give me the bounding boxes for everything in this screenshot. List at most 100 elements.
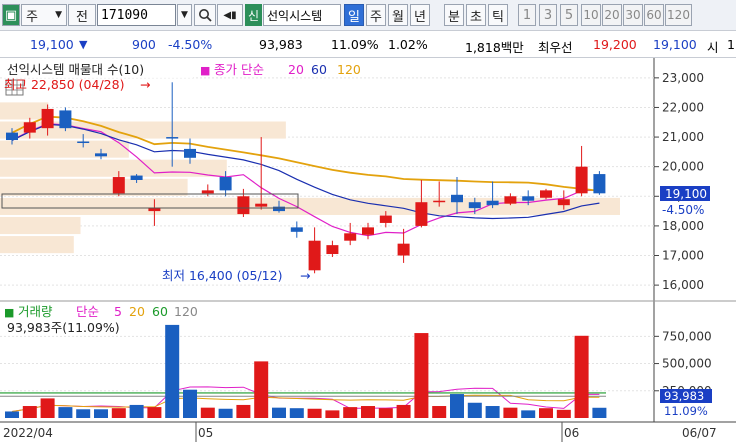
stock-name[interactable]: 선익시스템: [263, 4, 341, 26]
prev-button[interactable]: 전: [68, 4, 96, 26]
candle-body: [308, 240, 321, 271]
volume-bar: [432, 406, 447, 418]
volume-bar: [325, 410, 340, 418]
quote-turnover: 11.09%: [331, 37, 379, 52]
volume-bar: [343, 407, 358, 418]
volume-bar: [183, 389, 197, 418]
chart-area[interactable]: 23,00022,00021,00020,00019,00018,00017,0…: [0, 58, 736, 442]
volume-bar: [521, 410, 536, 418]
volume-bar: [40, 398, 55, 418]
speaker-icon[interactable]: ◀▮: [217, 4, 243, 26]
price-tick-label: 18,000: [662, 219, 704, 233]
price-tick-label: 17,000: [662, 249, 704, 263]
best-label: 최우선: [538, 40, 573, 55]
tab-period-week[interactable]: 주: [366, 4, 386, 26]
volume-bar: [218, 408, 233, 418]
tab-period-minute[interactable]: 분: [444, 4, 464, 26]
tab-period-month[interactable]: 월: [388, 4, 408, 26]
interval-3[interactable]: 3: [539, 4, 557, 26]
volume-bar: [147, 407, 162, 418]
quote-ratio: 1.02%: [388, 37, 428, 52]
volume-bar: [94, 409, 108, 418]
tab-period-tick[interactable]: 틱: [488, 4, 508, 26]
candle-body: [166, 137, 179, 139]
toolbar: ▣ 주 ▼ 전 171090 ▼ ◀▮ 신 선익시스템 일 주 월 년 분 초 틱…: [0, 0, 736, 31]
candle-body: [290, 227, 303, 232]
tab-period-year[interactable]: 년: [410, 4, 430, 26]
volume-profile-bar: [0, 140, 129, 158]
interval-120[interactable]: 120: [665, 4, 692, 26]
candle-body: [557, 199, 570, 206]
current-price-box: 19,100: [665, 187, 707, 201]
interval-60[interactable]: 60: [644, 4, 664, 26]
volume-bar: [22, 406, 37, 418]
interval-1[interactable]: 1: [518, 4, 536, 26]
x-label-may: 05: [198, 426, 213, 440]
trailing-value: 1: [727, 37, 735, 52]
interval-10[interactable]: 10: [581, 4, 601, 26]
volume-bar: [289, 408, 304, 418]
legend-ma60: 60: [311, 62, 327, 77]
interval-30[interactable]: 30: [623, 4, 643, 26]
candle-body: [326, 245, 339, 255]
quote-change: 900: [132, 37, 156, 52]
candle-body: [219, 177, 232, 191]
candle-body: [397, 243, 410, 256]
volume-legend-ma5: 5: [114, 304, 122, 319]
volume-bar: [307, 408, 322, 418]
market-type-select[interactable]: 주 ▼: [21, 4, 67, 26]
volume-bar: [414, 333, 429, 418]
candle-body: [201, 190, 214, 194]
candle-body: [575, 166, 588, 194]
candle-body: [415, 202, 428, 226]
candle-body: [504, 196, 517, 204]
interval-5[interactable]: 5: [560, 4, 578, 26]
search-icon[interactable]: [194, 4, 216, 26]
candle-body: [59, 110, 72, 129]
volume-legend-ma60: 60: [152, 304, 168, 319]
quote-price: 19,100: [30, 37, 74, 52]
volume-bar: [58, 407, 73, 418]
volume-bar: [5, 411, 19, 418]
volume-bar: [165, 324, 180, 418]
menu-icon[interactable]: ▣: [2, 4, 20, 26]
volume-legend-ma20: 20: [129, 304, 145, 319]
interval-20[interactable]: 20: [602, 4, 622, 26]
volume-current-label: 93,983주(11.09%): [7, 320, 120, 335]
price-tick-label: 22,000: [662, 100, 704, 114]
x-label-start: 2022/04: [3, 426, 53, 440]
code-dropdown-icon[interactable]: ▼: [177, 4, 192, 26]
quote-volume: 93,983: [259, 37, 303, 52]
volume-bar: [129, 404, 144, 418]
candle-body: [273, 206, 285, 212]
volume-bar: [467, 402, 482, 418]
volume-legend-title: 거래량: [18, 304, 53, 319]
code-input[interactable]: 171090: [97, 4, 176, 26]
volume-bar: [200, 407, 215, 418]
current-change-box: -4.50%: [662, 203, 704, 217]
volume-bar: [361, 406, 375, 418]
candle-body: [379, 215, 392, 223]
candle-body: [41, 108, 54, 129]
low-annotation: 최저 16,400 (05/12): [162, 268, 282, 283]
current-volume-box: 93,983: [664, 389, 704, 403]
x-label-june: 06: [564, 426, 579, 440]
tab-period-day[interactable]: 일: [344, 4, 364, 26]
volume-legend-ma-label: 단순: [76, 304, 99, 319]
candle-body: [468, 202, 481, 209]
legend-ma-square-icon: ■: [200, 64, 210, 77]
candle-body: [237, 196, 250, 215]
quote-change-pct: -4.50%: [168, 37, 213, 52]
volume-bar: [272, 407, 286, 418]
candle-body: [540, 190, 552, 198]
current-volume-pct-box: 11.09%: [664, 404, 708, 418]
best-ask: 19,200: [593, 37, 637, 52]
volume-bar: [396, 404, 411, 418]
tab-period-second[interactable]: 초: [466, 4, 486, 26]
high-annotation: 최고 22,850 (04/28): [4, 77, 124, 92]
price-tick-label: 23,000: [662, 71, 704, 85]
candle-body: [148, 208, 161, 212]
candle-body: [344, 233, 357, 241]
candle-body: [6, 132, 18, 141]
best-bid: 19,100: [653, 37, 697, 52]
